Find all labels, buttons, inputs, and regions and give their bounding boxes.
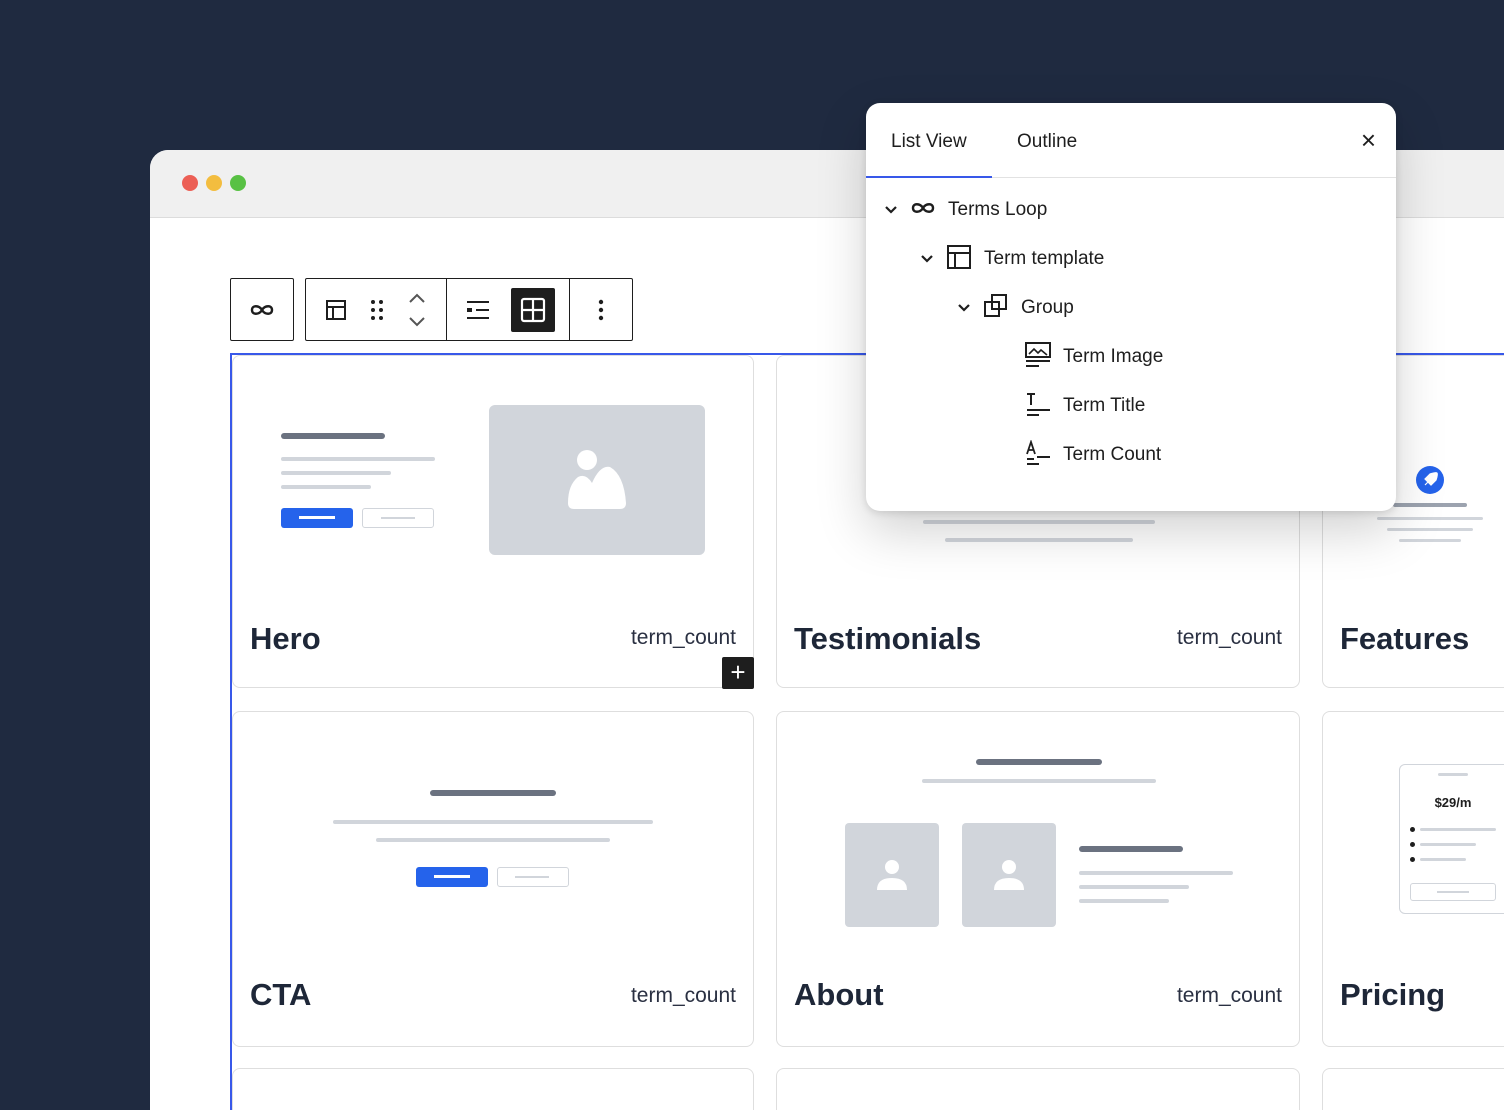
layout-icon [946, 244, 972, 275]
tree-item-label: Term Count [1063, 444, 1162, 465]
loop-icon[interactable] [231, 279, 293, 340]
preview-text-line [333, 820, 653, 824]
layout-icon[interactable] [306, 279, 366, 340]
chevron-down-icon[interactable] [884, 205, 898, 215]
preview-text-line [376, 838, 610, 842]
grid-layout-icon[interactable] [511, 287, 556, 332]
more-options-icon[interactable] [570, 279, 632, 340]
list-view-panel: List View Outline × Terms Loop Term temp… [866, 103, 1396, 511]
preview-text-line [1079, 899, 1169, 903]
title-icon [1025, 391, 1051, 422]
term-title: About [794, 977, 884, 1012]
term-title: Hero [250, 621, 321, 656]
tree-item-term-image[interactable]: Term Image [1025, 341, 1164, 373]
grid-layout-button[interactable] [508, 279, 559, 340]
preview-text-line [945, 538, 1133, 542]
person-icon [845, 823, 939, 927]
chevron-down-icon[interactable] [920, 254, 934, 264]
preview-text-line [1079, 871, 1233, 875]
tree-item-term-count[interactable]: Term Count [1025, 438, 1162, 471]
tree-item-term-title[interactable]: Term Title [1025, 391, 1145, 421]
preview-text-line [281, 485, 371, 489]
preview-primary-button [281, 508, 353, 528]
term-title: Pricing [1340, 977, 1446, 1012]
panel-tabs: List View Outline × [866, 103, 1396, 178]
add-block-button[interactable]: + [722, 657, 754, 689]
tree-item-terms-loop[interactable]: Terms Loop [884, 195, 1047, 225]
term-card-hero[interactable]: Hero term_count [232, 355, 754, 688]
tree-item-label: Term Image [1063, 346, 1164, 367]
count-icon [1025, 438, 1051, 471]
close-icon[interactable]: × [1361, 125, 1376, 156]
preview-heading-line [976, 759, 1102, 765]
preview-secondary-button [362, 508, 434, 528]
term-card-pricing[interactable]: $29/m Pricing [1322, 711, 1504, 1047]
maximize-window-dot[interactable] [230, 175, 246, 191]
term-card-partial[interactable] [1322, 1068, 1504, 1110]
image-icon [1025, 341, 1051, 373]
block-parent-selector[interactable] [230, 278, 294, 341]
term-card-partial[interactable] [776, 1068, 1300, 1110]
image-placeholder-icon [489, 405, 705, 555]
pricing-price: $29/m [1434, 795, 1472, 810]
group-icon [983, 293, 1009, 324]
term-title: Features [1340, 621, 1470, 656]
tree-item-label: Group [1021, 297, 1074, 318]
tab-list-view[interactable]: List View [891, 131, 967, 153]
block-toolbar [305, 278, 633, 341]
preview-text-line [281, 471, 391, 475]
tree-item-label: Term Title [1063, 395, 1146, 416]
preview-secondary-button [497, 867, 569, 887]
term-card-partial[interactable] [232, 1068, 754, 1110]
tree-item-label: Term template [984, 248, 1105, 269]
term-card-about[interactable]: About term_count [776, 711, 1300, 1047]
term-title: Testimonials [794, 621, 982, 656]
preview-primary-button [416, 867, 488, 887]
term-count: term_count [1176, 984, 1282, 1007]
minimize-window-dot[interactable] [206, 175, 222, 191]
tab-outline[interactable]: Outline [1017, 131, 1077, 153]
active-tab-indicator [866, 176, 992, 178]
tree-item-term-template[interactable]: Term template [920, 244, 1104, 274]
preview-text-line [922, 779, 1156, 783]
preview-text-line [281, 457, 435, 461]
close-window-dot[interactable] [182, 175, 198, 191]
preview-text-line [1079, 885, 1189, 889]
term-card-cta[interactable]: CTA term_count [232, 711, 754, 1047]
tree-item-group[interactable]: Group [957, 293, 1074, 323]
preview-text-line [923, 520, 1155, 524]
preview-heading-line [430, 790, 556, 796]
term-count: term_count [630, 626, 736, 649]
drag-handle-icon[interactable] [366, 279, 387, 340]
person-icon [962, 823, 1056, 927]
term-title: CTA [250, 977, 312, 1012]
preview-text-line [1377, 517, 1483, 520]
preview-heading-line [1079, 846, 1183, 852]
preview-heading-line [281, 433, 385, 439]
list-layout-icon[interactable] [447, 279, 507, 340]
chevron-down-icon[interactable] [957, 303, 971, 313]
rocket-icon [1416, 466, 1444, 494]
loop-icon [910, 200, 936, 221]
preview-text-line [1387, 528, 1473, 531]
tree-item-label: Terms Loop [948, 199, 1048, 220]
term-count: term_count [630, 984, 736, 1007]
pricing-preview: $29/m [1399, 764, 1504, 914]
preview-text-line [1399, 539, 1461, 542]
term-count: term_count [1176, 626, 1282, 649]
move-up-down-icon[interactable] [388, 279, 447, 340]
preview-heading-line [1393, 503, 1467, 507]
